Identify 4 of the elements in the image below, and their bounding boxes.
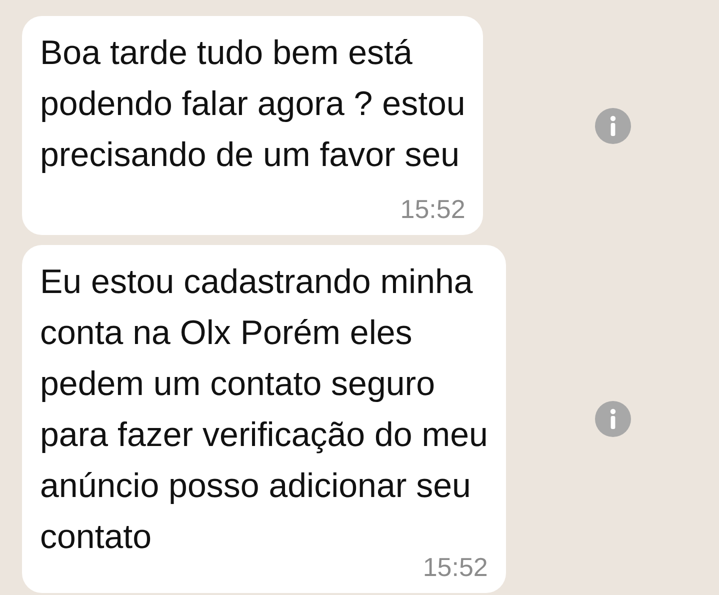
info-icon[interactable] — [595, 108, 631, 144]
message-time: 15:52 — [400, 194, 466, 225]
message-text: Boa tarde tudo bem está podendo falar agora ? estou precisando de um favor seu — [40, 33, 466, 176]
info-icon[interactable] — [595, 401, 631, 437]
